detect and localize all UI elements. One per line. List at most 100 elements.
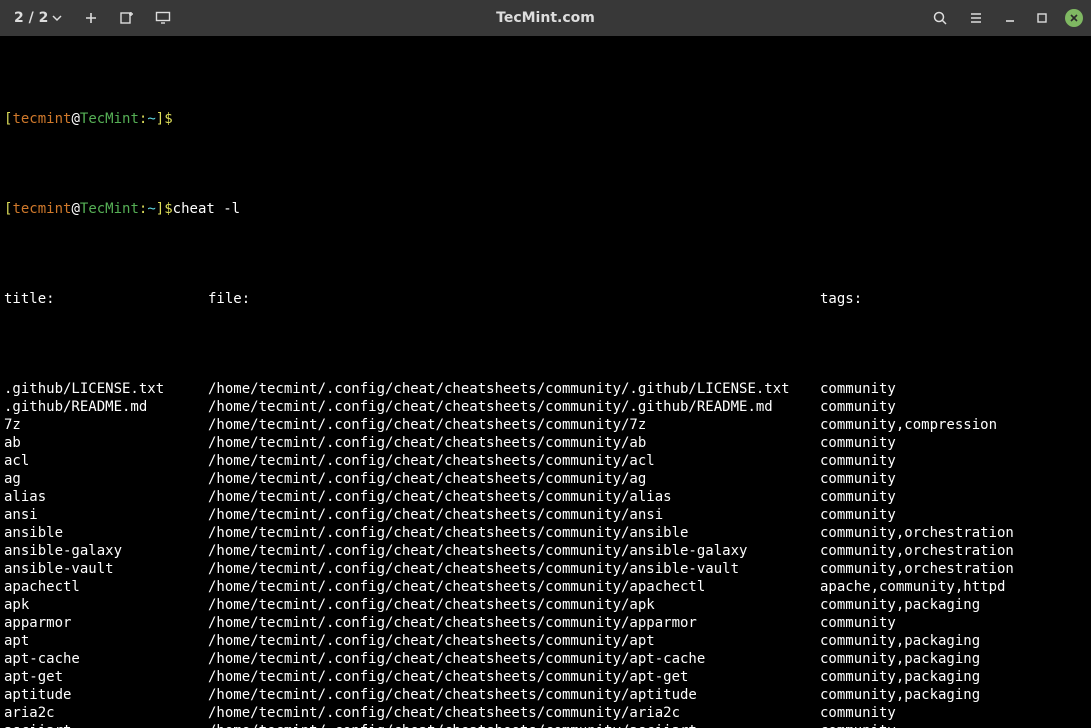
row-file: /home/tecmint/.config/cheat/cheatsheets/… bbox=[208, 578, 820, 596]
header-file: file: bbox=[208, 290, 820, 308]
output-row: ansible-vault/home/tecmint/.config/cheat… bbox=[4, 560, 1087, 578]
prompt-host: TecMint bbox=[80, 111, 139, 127]
row-title: apt-get bbox=[4, 668, 208, 686]
maximize-button[interactable] bbox=[1033, 9, 1051, 27]
prompt-close-bracket: ] bbox=[156, 201, 164, 217]
new-window-button[interactable] bbox=[116, 7, 138, 29]
output-row: ansi/home/tecmint/.config/cheat/cheatshe… bbox=[4, 506, 1087, 524]
output-header-row: title: file: tags: bbox=[4, 290, 1087, 308]
row-file: /home/tecmint/.config/cheat/cheatsheets/… bbox=[208, 398, 820, 416]
output-row: aptitude/home/tecmint/.config/cheat/chea… bbox=[4, 686, 1087, 704]
output-row: asciiart/home/tecmint/.config/cheat/chea… bbox=[4, 722, 1087, 728]
prompt-dollar: $ bbox=[164, 111, 172, 127]
output-row: .github/README.md/home/tecmint/.config/c… bbox=[4, 398, 1087, 416]
row-tags: community bbox=[820, 380, 1087, 398]
row-tags: community bbox=[820, 704, 1087, 722]
output-row: ab/home/tecmint/.config/cheat/cheatsheet… bbox=[4, 434, 1087, 452]
row-title: ab bbox=[4, 434, 208, 452]
output-row: apachectl/home/tecmint/.config/cheat/che… bbox=[4, 578, 1087, 596]
output-row: alias/home/tecmint/.config/cheat/cheatsh… bbox=[4, 488, 1087, 506]
row-tags: community bbox=[820, 488, 1087, 506]
row-tags: community,packaging bbox=[820, 650, 1087, 668]
row-title: aptitude bbox=[4, 686, 208, 704]
header-title: title: bbox=[4, 290, 208, 308]
monitor-icon bbox=[155, 11, 171, 25]
row-tags: community,compression bbox=[820, 416, 1087, 434]
row-file: /home/tecmint/.config/cheat/cheatsheets/… bbox=[208, 650, 820, 668]
new-window-icon bbox=[119, 10, 135, 26]
search-button[interactable] bbox=[929, 7, 951, 29]
row-file: /home/tecmint/.config/cheat/cheatsheets/… bbox=[208, 506, 820, 524]
row-file: /home/tecmint/.config/cheat/cheatsheets/… bbox=[208, 632, 820, 650]
prompt-path: ~ bbox=[147, 111, 155, 127]
row-file: /home/tecmint/.config/cheat/cheatsheets/… bbox=[208, 686, 820, 704]
row-title: ansible-galaxy bbox=[4, 542, 208, 560]
row-title: ansible-vault bbox=[4, 560, 208, 578]
row-file: /home/tecmint/.config/cheat/cheatsheets/… bbox=[208, 560, 820, 578]
hamburger-icon bbox=[969, 11, 983, 25]
prompt-line: [tecmint@TecMint:~]$ bbox=[4, 110, 1087, 128]
row-tags: community bbox=[820, 470, 1087, 488]
terminal-body[interactable]: [tecmint@TecMint:~]$ [tecmint@TecMint:~]… bbox=[0, 36, 1091, 728]
new-tab-button[interactable] bbox=[80, 7, 102, 29]
output-row: apt-cache/home/tecmint/.config/cheat/che… bbox=[4, 650, 1087, 668]
output-row: ansible-galaxy/home/tecmint/.config/chea… bbox=[4, 542, 1087, 560]
output-row: aria2c/home/tecmint/.config/cheat/cheats… bbox=[4, 704, 1087, 722]
prompt-user: tecmint bbox=[12, 201, 71, 217]
row-tags: community bbox=[820, 614, 1087, 632]
row-file: /home/tecmint/.config/cheat/cheatsheets/… bbox=[208, 596, 820, 614]
output-row: .github/LICENSE.txt/home/tecmint/.config… bbox=[4, 380, 1087, 398]
tab-indicator-label: 2 / 2 bbox=[14, 9, 48, 27]
prompt-at: @ bbox=[71, 111, 79, 127]
tab-indicator[interactable]: 2 / 2 bbox=[8, 9, 66, 27]
screen-button[interactable] bbox=[152, 7, 174, 29]
plus-icon bbox=[84, 11, 98, 25]
prompt-close-bracket: ] bbox=[156, 111, 164, 127]
close-button[interactable] bbox=[1065, 9, 1083, 27]
row-file: /home/tecmint/.config/cheat/cheatsheets/… bbox=[208, 452, 820, 470]
prompt-path: ~ bbox=[147, 201, 155, 217]
chevron-down-icon bbox=[52, 13, 62, 23]
minimize-button[interactable] bbox=[1001, 9, 1019, 27]
row-tags: community bbox=[820, 452, 1087, 470]
search-icon bbox=[932, 10, 948, 26]
row-tags: community,packaging bbox=[820, 686, 1087, 704]
row-title: apparmor bbox=[4, 614, 208, 632]
output-row: apk/home/tecmint/.config/cheat/cheatshee… bbox=[4, 596, 1087, 614]
row-title: acl bbox=[4, 452, 208, 470]
output-row: apt-get/home/tecmint/.config/cheat/cheat… bbox=[4, 668, 1087, 686]
row-tags: community,packaging bbox=[820, 632, 1087, 650]
row-title: .github/LICENSE.txt bbox=[4, 380, 208, 398]
row-title: ansible bbox=[4, 524, 208, 542]
row-tags: community,orchestration bbox=[820, 524, 1087, 542]
row-title: ag bbox=[4, 470, 208, 488]
maximize-icon bbox=[1036, 12, 1048, 24]
row-title: .github/README.md bbox=[4, 398, 208, 416]
prompt-at: @ bbox=[71, 201, 79, 217]
row-file: /home/tecmint/.config/cheat/cheatsheets/… bbox=[208, 434, 820, 452]
row-tags: community,packaging bbox=[820, 596, 1087, 614]
row-title: asciiart bbox=[4, 722, 208, 728]
row-file: /home/tecmint/.config/cheat/cheatsheets/… bbox=[208, 542, 820, 560]
row-tags: community,orchestration bbox=[820, 560, 1087, 578]
prompt-host: TecMint bbox=[80, 201, 139, 217]
row-title: apk bbox=[4, 596, 208, 614]
row-tags: community bbox=[820, 722, 1087, 728]
row-title: apt bbox=[4, 632, 208, 650]
output-row: 7z/home/tecmint/.config/cheat/cheatsheet… bbox=[4, 416, 1087, 434]
window-titlebar: 2 / 2 TecMint.com bbox=[0, 0, 1091, 36]
output-row: acl/home/tecmint/.config/cheat/cheatshee… bbox=[4, 452, 1087, 470]
row-file: /home/tecmint/.config/cheat/cheatsheets/… bbox=[208, 614, 820, 632]
row-file: /home/tecmint/.config/cheat/cheatsheets/… bbox=[208, 380, 820, 398]
row-tags: community bbox=[820, 506, 1087, 524]
row-file: /home/tecmint/.config/cheat/cheatsheets/… bbox=[208, 722, 820, 728]
output-row: apt/home/tecmint/.config/cheat/cheatshee… bbox=[4, 632, 1087, 650]
output-row: apparmor/home/tecmint/.config/cheat/chea… bbox=[4, 614, 1087, 632]
prompt-user: tecmint bbox=[12, 111, 71, 127]
row-file: /home/tecmint/.config/cheat/cheatsheets/… bbox=[208, 524, 820, 542]
output-rows: .github/LICENSE.txt/home/tecmint/.config… bbox=[4, 380, 1087, 728]
command-text: cheat -l bbox=[173, 201, 240, 217]
output-row: ag/home/tecmint/.config/cheat/cheatsheet… bbox=[4, 470, 1087, 488]
prompt-dollar: $ bbox=[164, 201, 172, 217]
menu-button[interactable] bbox=[965, 7, 987, 29]
